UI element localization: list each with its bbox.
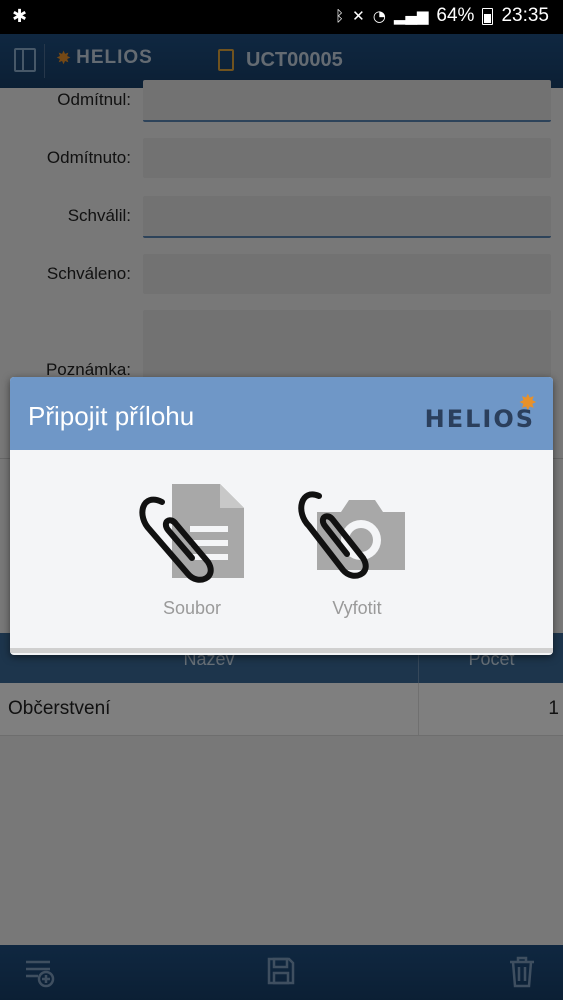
attach-file-option[interactable]: Soubor xyxy=(132,482,252,622)
attach-file-label: Soubor xyxy=(162,598,222,618)
attach-file-icon xyxy=(139,484,244,583)
wifi-icon: ◔ xyxy=(372,7,386,25)
clock: 23:35 xyxy=(501,5,549,26)
dialog-title: Připojit přílohu xyxy=(28,401,195,431)
attach-camera-label: Vyfotit xyxy=(332,598,382,618)
attach-camera-icon xyxy=(298,491,405,579)
attach-camera-option[interactable]: Vyfotit xyxy=(297,482,417,622)
battery-icon xyxy=(482,7,494,25)
signal-icon: ▂▄▆ xyxy=(393,7,429,25)
dialog-footer-divider xyxy=(10,648,553,653)
dialog-header: Připojit přílohu ✸ HELIOS xyxy=(10,377,553,450)
status-bar: ✱ ᛒ ✕ ◔ ▂▄▆ 64% 23:35 xyxy=(0,0,563,34)
mute-icon: ✕ xyxy=(352,7,365,25)
status-icons: ᛒ ✕ ◔ ▂▄▆ 64% 23:35 xyxy=(335,5,549,27)
dropbox-icon: ✱ xyxy=(12,6,28,27)
dialog-helios-logo: HELIOS xyxy=(424,405,535,433)
bluetooth-icon: ᛒ xyxy=(335,7,345,25)
battery-percent: 64% xyxy=(436,5,475,26)
attach-dialog: Připojit přílohu ✸ HELIOS Soubor Vyfotit xyxy=(10,377,553,655)
